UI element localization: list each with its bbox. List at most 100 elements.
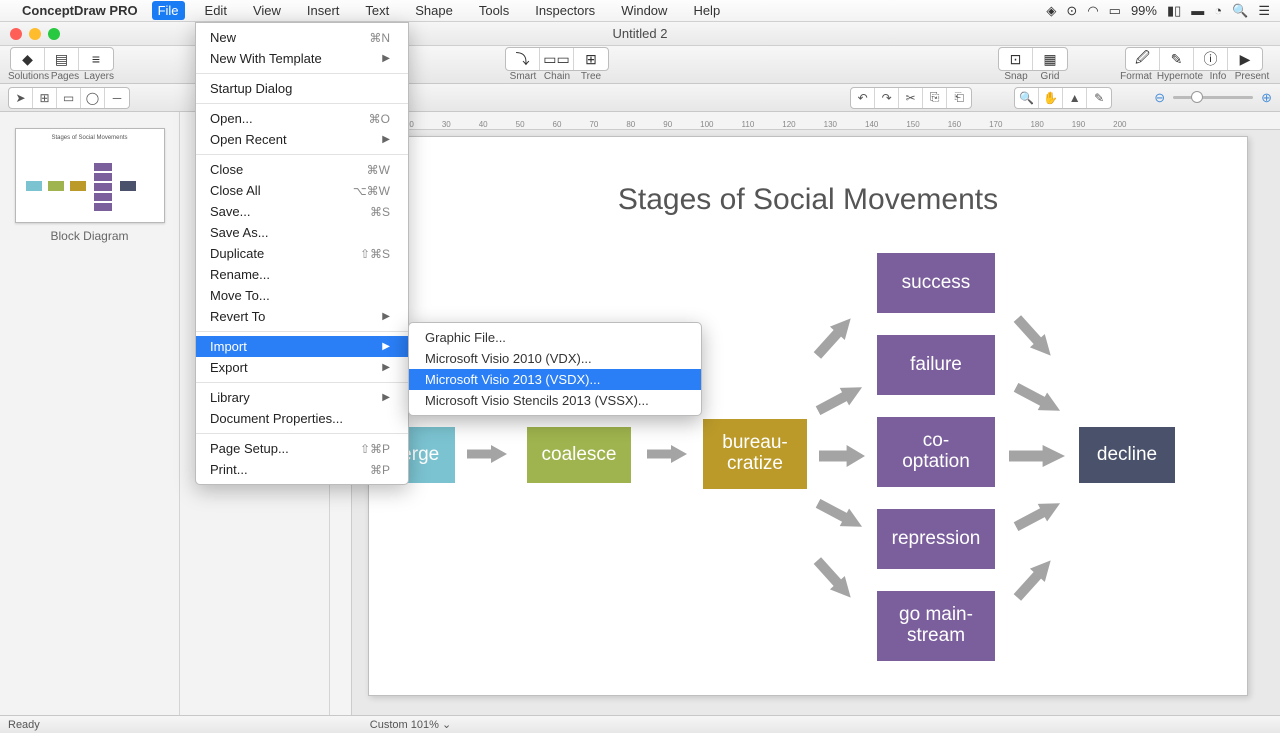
wifi-icon[interactable]: ◠	[1087, 3, 1098, 19]
search-icon[interactable]: 🔍	[1232, 3, 1248, 19]
time-icon[interactable]: ◔	[1214, 3, 1222, 18]
file-menu-item[interactable]: New With Template▶	[196, 48, 408, 69]
node-repression[interactable]: repression	[877, 509, 995, 569]
hypernote-button[interactable]: ✎	[1160, 48, 1194, 70]
snap-button[interactable]: ⊡	[999, 48, 1033, 70]
menu-insert[interactable]: Insert	[301, 1, 346, 20]
file-menu-item[interactable]: Export▶	[196, 357, 408, 378]
node-bureaucratize[interactable]: bureau- cratize	[703, 419, 807, 489]
eyedrop-tool[interactable]: ✎	[1087, 88, 1111, 108]
chain-button[interactable]: ▭▭	[540, 48, 574, 70]
import-submenu-item[interactable]: Microsoft Visio 2010 (VDX)...	[409, 348, 701, 369]
text-tool[interactable]: ⊞	[33, 88, 57, 108]
clock-icon[interactable]: ⊙	[1066, 3, 1077, 19]
import-submenu-item[interactable]: Graphic File...	[409, 327, 701, 348]
file-menu-item[interactable]: Import▶	[196, 336, 408, 357]
menu-window[interactable]: Window	[615, 1, 673, 20]
app-name[interactable]: ConceptDraw PRO	[22, 3, 138, 18]
node-failure[interactable]: failure	[877, 335, 995, 395]
file-menu-item[interactable]: Move To...	[196, 285, 408, 306]
info-button[interactable]: ⓘ	[1194, 48, 1228, 70]
menu-help[interactable]: Help	[687, 1, 726, 20]
node-success[interactable]: success	[877, 253, 995, 313]
menu-icon[interactable]: ☰	[1258, 3, 1270, 19]
menu-text[interactable]: Text	[359, 1, 395, 20]
file-menu-item[interactable]: Duplicate⇧⌘S	[196, 243, 408, 264]
solutions-button[interactable]: ◆	[11, 48, 45, 70]
undo-button[interactable]: ↶	[851, 88, 875, 108]
file-menu-item[interactable]: Close⌘W	[196, 159, 408, 180]
zoom-in-icon[interactable]: ⊕	[1261, 90, 1272, 106]
node-gomainstream[interactable]: go main- stream	[877, 591, 995, 661]
pointer-tool[interactable]: ➤	[9, 88, 33, 108]
file-menu-item[interactable]: Page Setup...⇧⌘P	[196, 438, 408, 459]
menu-shape[interactable]: Shape	[409, 1, 459, 20]
file-menu-item[interactable]: Open...⌘O	[196, 108, 408, 129]
page-thumbnail[interactable]: Stages of Social Movements	[15, 128, 165, 223]
file-menu-item[interactable]: Print...⌘P	[196, 459, 408, 480]
present-button[interactable]: ▶	[1228, 48, 1262, 70]
stamp-tool[interactable]: ▲	[1063, 88, 1087, 108]
selection-tools: ➤ ⊞ ▭ ◯ ─	[8, 87, 130, 109]
cut-button[interactable]: ✂	[899, 88, 923, 108]
file-menu-item[interactable]: Rename...	[196, 264, 408, 285]
menu-edit[interactable]: Edit	[199, 1, 233, 20]
right-toolbar-group: 🖉 ✎ ⓘ ▶	[1125, 47, 1263, 71]
pages-button[interactable]: ▤	[45, 48, 79, 70]
format-button[interactable]: 🖉	[1126, 48, 1160, 70]
file-menu-item[interactable]: Startup Dialog	[196, 78, 408, 99]
zoom-tool[interactable]: 🔍	[1015, 88, 1039, 108]
window-titlebar: Untitled 2	[0, 22, 1280, 46]
layers-label: Layers	[82, 71, 116, 82]
thumb-title: Stages of Social Movements	[16, 129, 164, 141]
file-menu-item[interactable]: Save...⌘S	[196, 201, 408, 222]
node-cooptation[interactable]: co- optation	[877, 417, 995, 487]
layers-button[interactable]: ≡	[79, 48, 113, 70]
zoom-indicator[interactable]: Custom 101% ⌄	[370, 718, 451, 731]
menu-view[interactable]: View	[247, 1, 287, 20]
zoom-out-icon[interactable]: ⊖	[1154, 90, 1165, 106]
pages-label: Pages	[48, 71, 82, 82]
file-menu-item[interactable]: Open Recent▶	[196, 129, 408, 150]
zoom-slider[interactable]: ⊖ ⊕	[1154, 90, 1272, 106]
status-ready: Ready	[8, 719, 40, 731]
menu-file[interactable]: File	[152, 1, 185, 20]
file-menu-item[interactable]: New⌘N	[196, 27, 408, 48]
file-menu-item[interactable]: Close All⌥⌘W	[196, 180, 408, 201]
page[interactable]: Stages of Social Movements emerge coales…	[368, 136, 1248, 696]
line-tool[interactable]: ─	[105, 88, 129, 108]
arrow-icon	[467, 445, 507, 463]
file-menu-item[interactable]: Library▶	[196, 387, 408, 408]
redo-button[interactable]: ↷	[875, 88, 899, 108]
import-submenu-item[interactable]: Microsoft Visio Stencils 2013 (VSSX)...	[409, 390, 701, 411]
file-menu-item[interactable]: Revert To▶	[196, 306, 408, 327]
battery-text[interactable]: 99%	[1131, 3, 1157, 18]
canvas[interactable]: Stages of Social Movements emerge coales…	[352, 130, 1280, 715]
ellipse-tool[interactable]: ◯	[81, 88, 105, 108]
hypernote-label: Hypernote	[1156, 71, 1204, 82]
hand-tool[interactable]: ✋	[1039, 88, 1063, 108]
file-menu-item[interactable]: Save As...	[196, 222, 408, 243]
rect-tool[interactable]: ▭	[57, 88, 81, 108]
tree-button[interactable]: ⊞	[574, 48, 608, 70]
file-menu-item[interactable]: Document Properties...	[196, 408, 408, 429]
zoom-window-button[interactable]	[48, 28, 60, 40]
display-icon[interactable]: ▭	[1109, 3, 1121, 19]
menu-inspectors[interactable]: Inspectors	[529, 1, 601, 20]
smart-button[interactable]: ⤵	[506, 48, 540, 70]
node-coalesce[interactable]: coalesce	[527, 427, 631, 483]
close-window-button[interactable]	[10, 28, 22, 40]
paste-button[interactable]: ⎗	[947, 88, 971, 108]
copy-button[interactable]: ⎘	[923, 88, 947, 108]
minimize-window-button[interactable]	[29, 28, 41, 40]
node-decline[interactable]: decline	[1079, 427, 1175, 483]
menu-tools[interactable]: Tools	[473, 1, 515, 20]
diamond-icon[interactable]: ◈	[1046, 3, 1056, 19]
grid-button[interactable]: ▦	[1033, 48, 1067, 70]
connector-group: ⤵ ▭▭ ⊞	[505, 47, 609, 71]
flag-icon[interactable]: ▬	[1191, 3, 1204, 18]
battery-icon[interactable]: ▮▯	[1167, 3, 1181, 19]
chain-label: Chain	[540, 71, 574, 82]
import-submenu-item[interactable]: Microsoft Visio 2013 (VSDX)...	[409, 369, 701, 390]
arrow-icon	[647, 445, 687, 463]
